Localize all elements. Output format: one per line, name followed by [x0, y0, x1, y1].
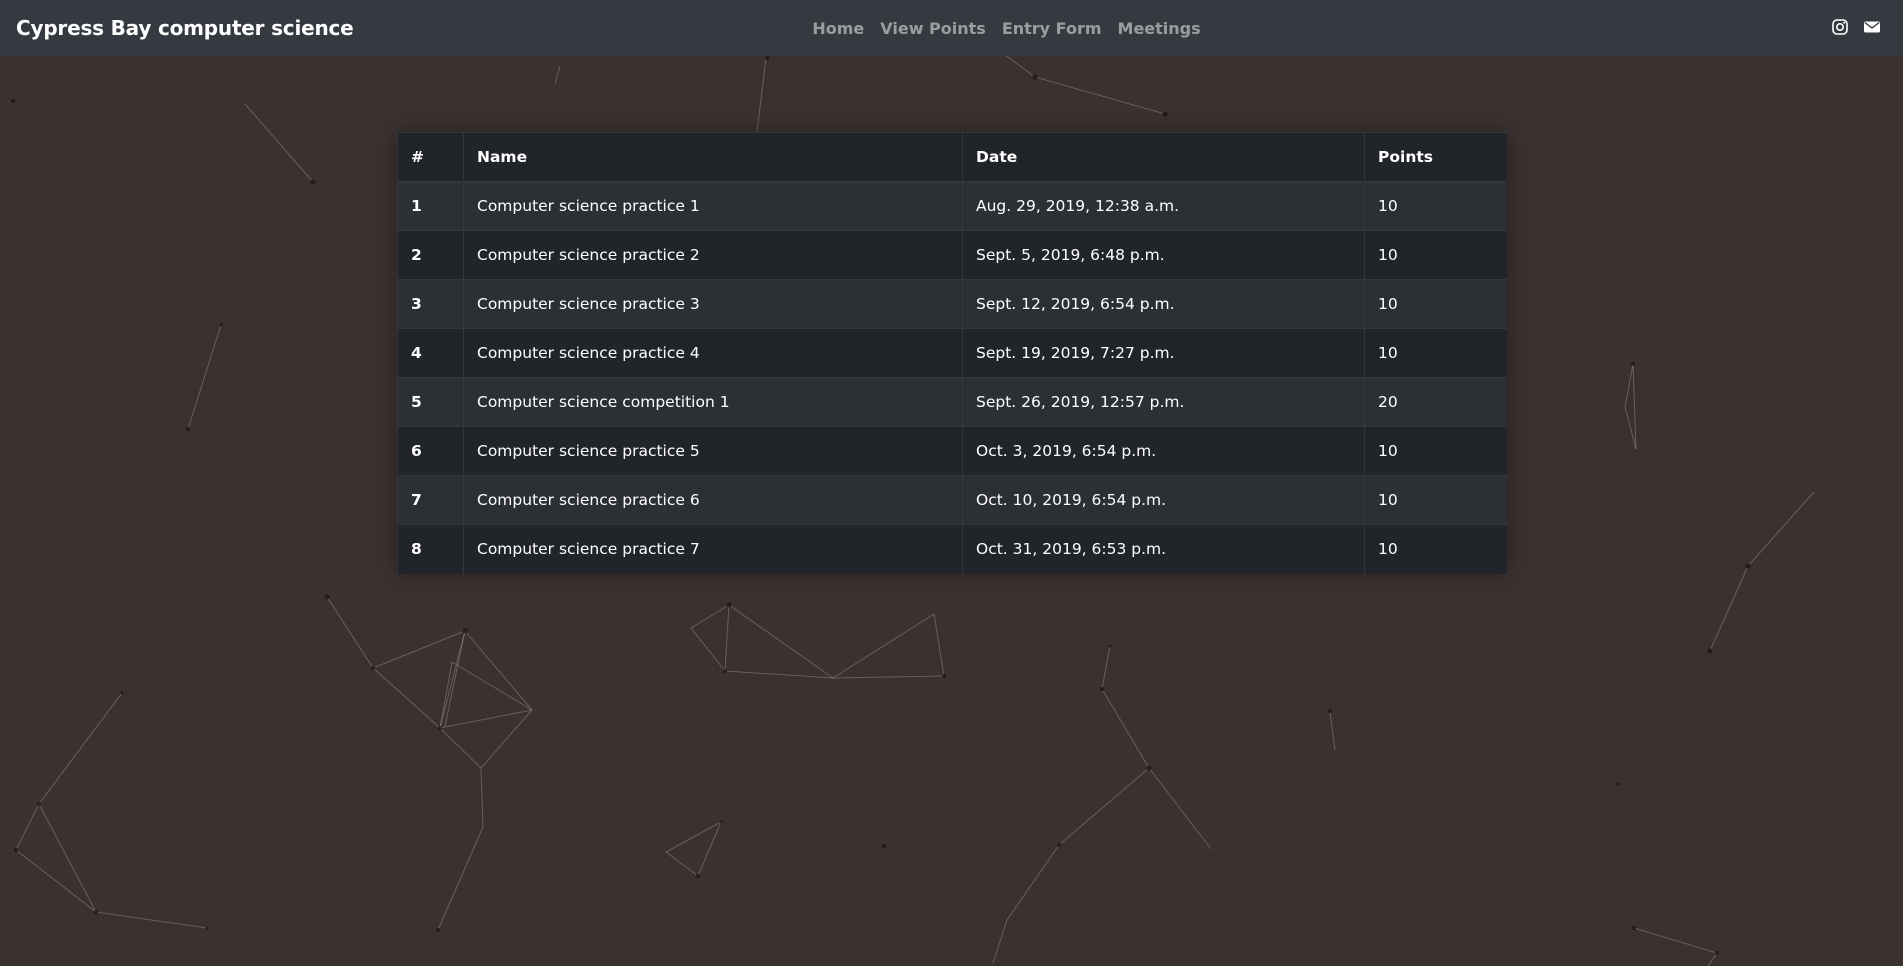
nav-link-view-points[interactable]: View Points — [880, 19, 986, 38]
column-header-date: Date — [962, 132, 1365, 183]
email-icon[interactable] — [1863, 18, 1881, 36]
row-name: Computer science practice 4 — [463, 328, 963, 378]
column-header-name: Name — [463, 132, 963, 183]
table-row: 8 Computer science practice 7 Oct. 31, 2… — [397, 524, 1507, 574]
row-number: 5 — [397, 377, 464, 427]
table-row: 6 Computer science practice 5 Oct. 3, 20… — [397, 426, 1507, 476]
row-date: Sept. 19, 2019, 7:27 p.m. — [962, 328, 1365, 378]
brand-title[interactable]: Cypress Bay computer science — [16, 16, 354, 40]
row-date: Sept. 5, 2019, 6:48 p.m. — [962, 230, 1365, 280]
table-row: 4 Computer science practice 4 Sept. 19, … — [397, 328, 1507, 378]
row-name: Computer science competition 1 — [463, 377, 963, 427]
points-table: # Name Date Points 1 Computer science pr… — [397, 132, 1507, 574]
table-row: 3 Computer science practice 3 Sept. 12, … — [397, 279, 1507, 329]
row-number: 2 — [397, 230, 464, 280]
row-name: Computer science practice 1 — [463, 181, 963, 231]
row-number: 3 — [397, 279, 464, 329]
table-row: 5 Computer science competition 1 Sept. 2… — [397, 377, 1507, 427]
top-navbar: Cypress Bay computer science Home View P… — [0, 0, 1903, 56]
row-number: 8 — [397, 524, 464, 574]
row-name: Computer science practice 7 — [463, 524, 963, 574]
nav-link-meetings[interactable]: Meetings — [1118, 19, 1201, 38]
column-header-number: # — [397, 132, 464, 183]
points-table-container: # Name Date Points 1 Computer science pr… — [397, 132, 1507, 574]
row-points: 10 — [1364, 279, 1507, 329]
row-date: Sept. 12, 2019, 6:54 p.m. — [962, 279, 1365, 329]
row-name: Computer science practice 2 — [463, 230, 963, 280]
row-name: Computer science practice 3 — [463, 279, 963, 329]
instagram-icon[interactable] — [1831, 18, 1849, 36]
row-date: Oct. 10, 2019, 6:54 p.m. — [962, 475, 1365, 525]
row-points: 10 — [1364, 475, 1507, 525]
table-row: 7 Computer science practice 6 Oct. 10, 2… — [397, 475, 1507, 525]
table-header-row: # Name Date Points — [397, 132, 1507, 183]
row-number: 6 — [397, 426, 464, 476]
row-name: Computer science practice 6 — [463, 475, 963, 525]
row-number: 4 — [397, 328, 464, 378]
row-date: Oct. 31, 2019, 6:53 p.m. — [962, 524, 1365, 574]
nav-link-home[interactable]: Home — [812, 19, 864, 38]
row-date: Oct. 3, 2019, 6:54 p.m. — [962, 426, 1365, 476]
row-points: 10 — [1364, 181, 1507, 231]
table-row: 1 Computer science practice 1 Aug. 29, 2… — [397, 181, 1507, 231]
row-points: 10 — [1364, 524, 1507, 574]
row-number: 1 — [397, 181, 464, 231]
row-date: Sept. 26, 2019, 12:57 p.m. — [962, 377, 1365, 427]
row-points: 10 — [1364, 426, 1507, 476]
column-header-points: Points — [1364, 132, 1507, 183]
social-icons — [1831, 18, 1881, 36]
row-points: 10 — [1364, 328, 1507, 378]
table-row: 2 Computer science practice 2 Sept. 5, 2… — [397, 230, 1507, 280]
row-date: Aug. 29, 2019, 12:38 a.m. — [962, 181, 1365, 231]
row-points: 10 — [1364, 230, 1507, 280]
row-points: 20 — [1364, 377, 1507, 427]
nav-link-entry-form[interactable]: Entry Form — [1002, 19, 1102, 38]
row-name: Computer science practice 5 — [463, 426, 963, 476]
row-number: 7 — [397, 475, 464, 525]
